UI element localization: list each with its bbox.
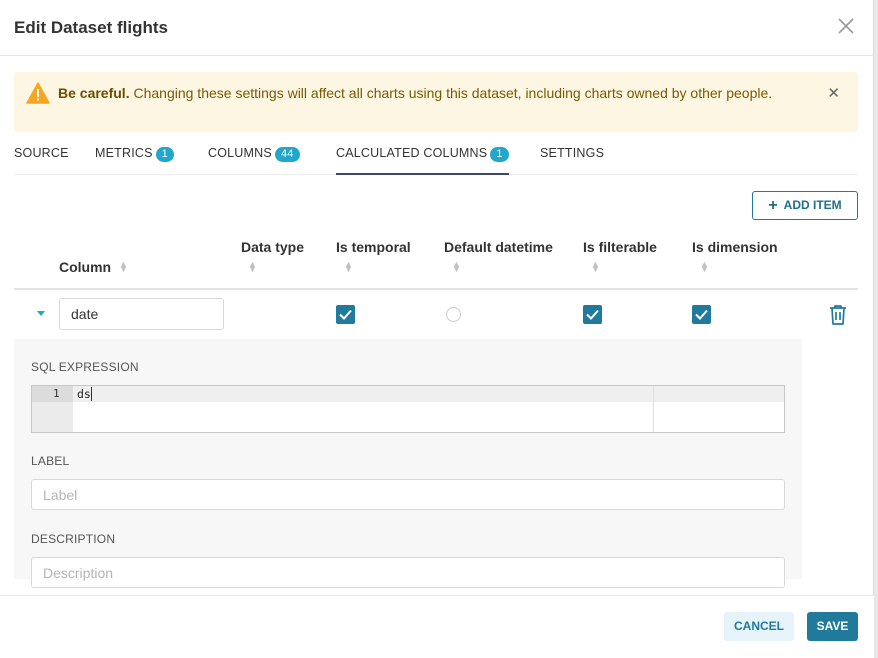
tab-bar: SOURCE METRICS 1 COLUMNS 44 CALCULATED COL… bbox=[14, 140, 858, 175]
description-field-label: DESCRIPTION bbox=[31, 532, 116, 546]
default-datetime-radio[interactable] bbox=[446, 307, 461, 322]
header-is-dimension[interactable]: Is dimension bbox=[692, 239, 778, 255]
save-button[interactable]: SAVE bbox=[807, 612, 858, 641]
tab-metrics[interactable]: METRICS 1 bbox=[95, 146, 174, 175]
alert-message: Changing these settings will affect all … bbox=[133, 85, 773, 101]
header-column[interactable]: Column bbox=[59, 259, 111, 275]
line-number: 1 bbox=[53, 387, 60, 400]
close-icon[interactable] bbox=[836, 16, 856, 36]
alert-text: Be careful. Changing these settings will… bbox=[58, 82, 798, 104]
is-dimension-checkbox[interactable] bbox=[692, 305, 711, 324]
checkmark-icon bbox=[586, 309, 599, 320]
header-is-temporal[interactable]: Is temporal bbox=[336, 239, 411, 255]
add-item-button[interactable]: + ADD ITEM bbox=[752, 191, 858, 220]
sql-expression-editor[interactable]: 1 ds bbox=[31, 385, 785, 433]
sort-icon[interactable]: ▲ ▼ bbox=[344, 260, 353, 274]
tab-settings[interactable]: SETTINGS bbox=[540, 146, 604, 175]
sort-icon[interactable]: ▲ ▼ bbox=[700, 260, 709, 274]
warning-alert: Be careful. Changing these settings will… bbox=[14, 72, 858, 132]
is-temporal-checkbox[interactable] bbox=[336, 305, 355, 324]
is-filterable-checkbox[interactable] bbox=[583, 305, 602, 324]
sql-expression-label: SQL EXPRESSION bbox=[31, 360, 139, 374]
label-field-label: LABEL bbox=[31, 454, 70, 468]
sort-icon[interactable]: ▲ ▼ bbox=[452, 260, 461, 274]
sort-icon[interactable]: ▲ ▼ bbox=[248, 260, 257, 274]
alert-close-icon[interactable]: ✕ bbox=[827, 84, 840, 102]
plus-icon: + bbox=[768, 197, 778, 214]
column-name-input[interactable]: date bbox=[59, 298, 224, 330]
header-default-datetime[interactable]: Default datetime bbox=[444, 239, 553, 255]
header-data-type[interactable]: Data type bbox=[241, 239, 304, 255]
sql-code: ds bbox=[77, 387, 91, 401]
print-margin bbox=[653, 386, 654, 432]
label-input[interactable] bbox=[31, 479, 785, 510]
tab-source[interactable]: SOURCE bbox=[14, 146, 69, 175]
alert-bold-text: Be careful. bbox=[58, 85, 130, 101]
columns-count-badge: 44 bbox=[274, 147, 300, 162]
tab-calculated-columns[interactable]: CALCULATED COLUMNS 1 bbox=[336, 146, 509, 175]
description-input[interactable] bbox=[31, 557, 785, 588]
modal-header: Edit Dataset flights bbox=[0, 0, 874, 56]
header-is-filterable[interactable]: Is filterable bbox=[583, 239, 657, 255]
checkmark-icon bbox=[695, 309, 708, 320]
row-detail-panel bbox=[14, 339, 802, 579]
metrics-count-badge: 1 bbox=[155, 147, 174, 162]
sort-icon[interactable]: ▲ ▼ bbox=[119, 260, 128, 274]
editor-active-line bbox=[73, 386, 784, 402]
cancel-button[interactable]: CANCEL bbox=[724, 612, 794, 641]
collapse-row-icon[interactable] bbox=[37, 311, 45, 316]
warning-icon bbox=[26, 82, 50, 104]
calculated-columns-count-badge: 1 bbox=[490, 147, 509, 162]
sort-icon[interactable]: ▲ ▼ bbox=[591, 260, 600, 274]
trash-icon[interactable] bbox=[828, 304, 848, 326]
tab-columns[interactable]: COLUMNS 44 bbox=[208, 146, 300, 175]
edit-dataset-modal: Edit Dataset flights Be careful. Changin… bbox=[0, 0, 874, 658]
modal-title: Edit Dataset flights bbox=[14, 18, 168, 37]
background-edge bbox=[874, 0, 878, 658]
table-header-divider bbox=[14, 288, 858, 290]
text-cursor bbox=[91, 387, 92, 401]
checkmark-icon bbox=[339, 309, 352, 320]
